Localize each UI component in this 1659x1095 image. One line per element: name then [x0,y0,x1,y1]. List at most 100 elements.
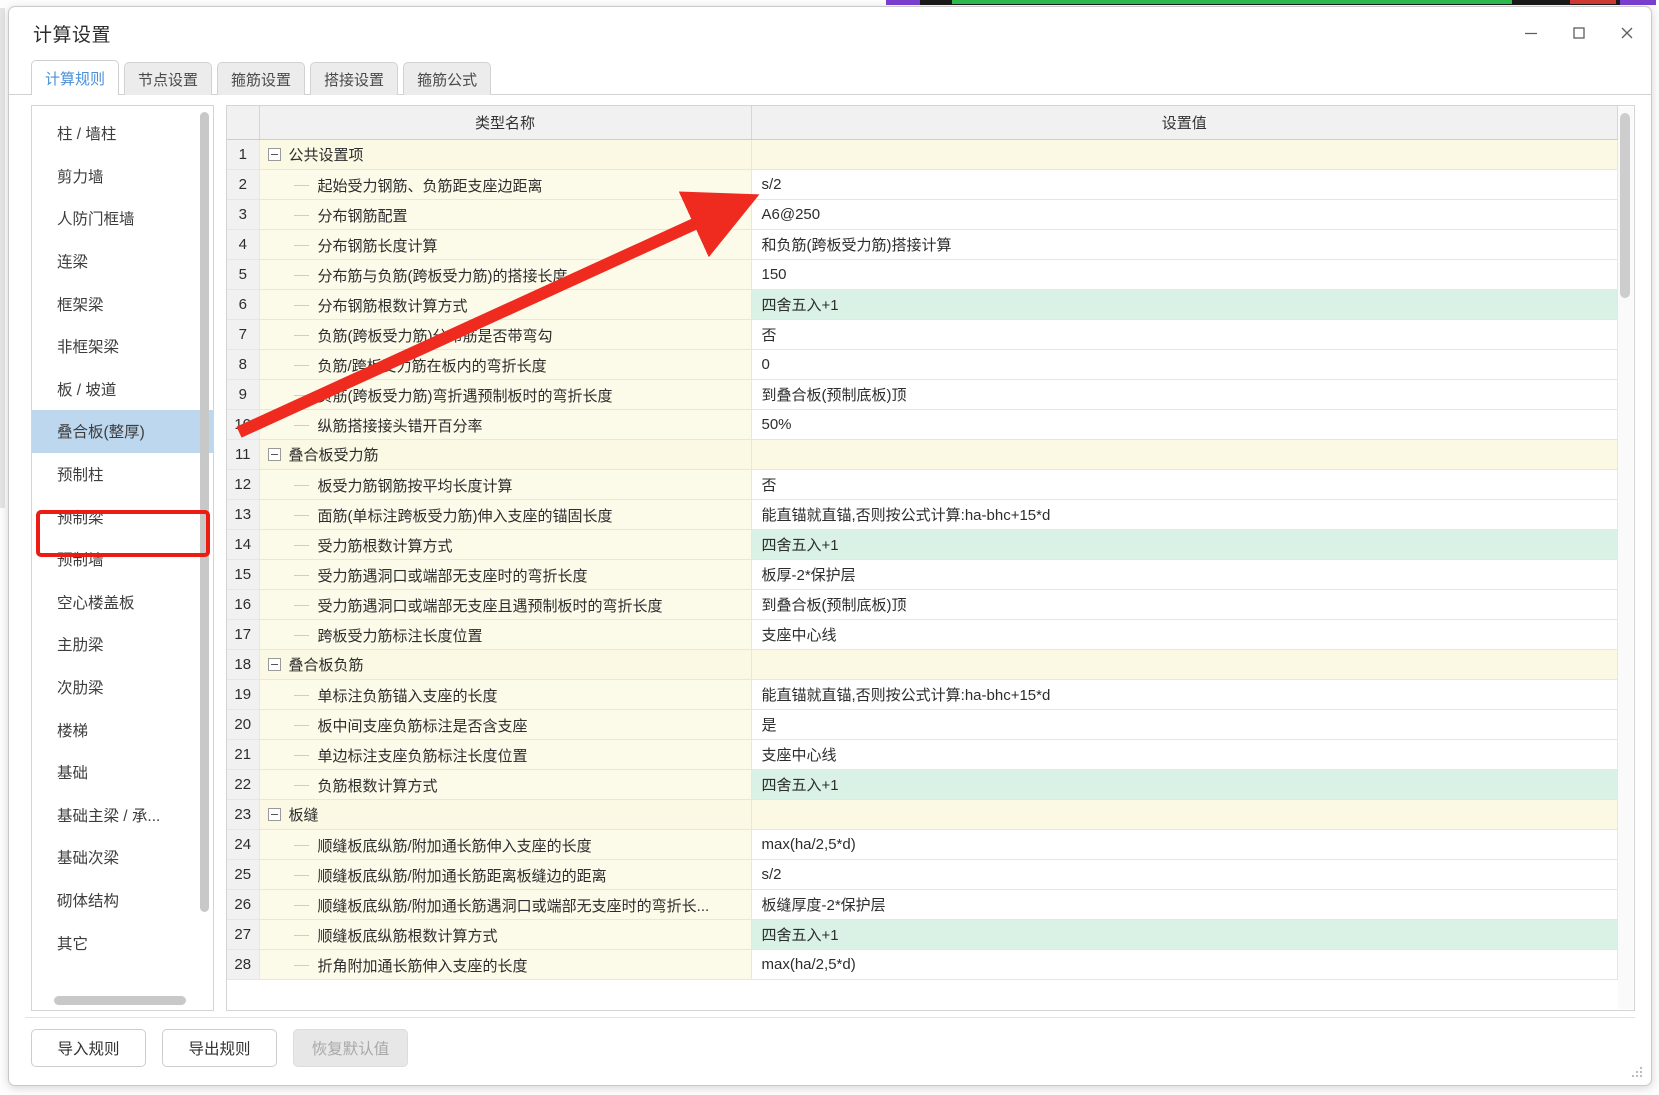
setting-value-cell[interactable]: 四舍五入+1 [751,769,1618,800]
type-name-cell[interactable]: 面筋(单标注跨板受力筋)伸入支座的锚固长度 [259,499,752,530]
sidebar-item[interactable]: 板 / 坡道 [32,368,213,411]
sidebar-item[interactable]: 预制柱 [32,453,213,496]
sidebar-horizontal-scrollbar[interactable] [54,996,186,1005]
setting-value-cell[interactable]: 支座中心线 [751,619,1618,650]
table-row[interactable]: 12 板受力筋钢筋按平均长度计算 否 [227,469,1618,500]
tab-stirrup-settings[interactable]: 箍筋设置 [217,62,306,95]
table-row[interactable]: 20 板中间支座负筋标注是否含支座 是 [227,709,1618,740]
type-name-cell[interactable]: 公共设置项 [259,139,752,170]
sidebar-item[interactable]: 预制墙 [32,538,213,581]
sidebar-item[interactable]: 空心楼盖板 [32,581,213,624]
type-name-cell[interactable]: 起始受力钢筋、负筋距支座边距离 [259,169,752,200]
type-name-cell[interactable]: 叠合板负筋 [259,649,752,680]
table-row[interactable]: 9 负筋(跨板受力筋)弯折遇预制板时的弯折长度 到叠合板(预制底板)顶 [227,379,1618,410]
table-row[interactable]: 15 受力筋遇洞口或端部无支座时的弯折长度 板厚-2*保护层 [227,559,1618,590]
setting-value-cell[interactable]: 是 [751,709,1618,740]
setting-value-cell[interactable]: 支座中心线 [751,739,1618,770]
setting-value-cell[interactable] [751,439,1618,470]
setting-value-cell[interactable]: 到叠合板(预制底板)顶 [751,379,1618,410]
type-name-cell[interactable]: 负筋/跨板受力筋在板内的弯折长度 [259,349,752,380]
type-name-cell[interactable]: 单边标注支座负筋标注长度位置 [259,739,752,770]
setting-value-cell[interactable]: 四舍五入+1 [751,529,1618,560]
setting-value-cell[interactable]: 四舍五入+1 [751,919,1618,950]
setting-value-cell[interactable]: max(ha/2,5*d) [751,949,1618,980]
tab-node-settings[interactable]: 节点设置 [124,62,213,95]
type-name-cell[interactable]: 板受力筋钢筋按平均长度计算 [259,469,752,500]
table-row[interactable]: 8 负筋/跨板受力筋在板内的弯折长度 0 [227,349,1618,380]
type-name-cell[interactable]: 受力筋根数计算方式 [259,529,752,560]
close-icon[interactable] [1603,7,1651,59]
setting-value-cell[interactable] [751,649,1618,680]
minimize-icon[interactable] [1507,7,1555,59]
setting-value-cell[interactable] [751,799,1618,830]
setting-value-cell[interactable]: 四舍五入+1 [751,289,1618,320]
setting-value-cell[interactable]: 和负筋(跨板受力筋)搭接计算 [751,229,1618,260]
sidebar-item[interactable]: 剪力墙 [32,155,213,198]
setting-value-cell[interactable]: s/2 [751,859,1618,890]
sidebar-item[interactable]: 砌体结构 [32,879,213,922]
table-row[interactable]: 17 跨板受力筋标注长度位置 支座中心线 [227,619,1618,650]
table-row[interactable]: 24 顺缝板底纵筋/附加通长筋伸入支座的长度 max(ha/2,5*d) [227,829,1618,860]
setting-value-cell[interactable]: 能直锚就直锚,否则按公式计算:ha-bhc+15*d [751,679,1618,710]
setting-value-cell[interactable]: s/2 [751,169,1618,200]
table-row[interactable]: 19 单标注负筋锚入支座的长度 能直锚就直锚,否则按公式计算:ha-bhc+15*d [227,679,1618,710]
setting-value-cell[interactable]: 150 [751,259,1618,290]
setting-value-cell[interactable] [751,139,1618,170]
type-name-cell[interactable]: 受力筋遇洞口或端部无支座时的弯折长度 [259,559,752,590]
sidebar-item[interactable]: 预制梁 [32,495,213,538]
type-name-cell[interactable]: 顺缝板底纵筋/附加通长筋伸入支座的长度 [259,829,752,860]
grid-vertical-scrollbar-thumb[interactable] [1620,113,1630,298]
import-rules-button[interactable]: 导入规则 [31,1029,146,1067]
tab-calculation-rules[interactable]: 计算规则 [31,60,120,96]
type-name-cell[interactable]: 叠合板受力筋 [259,439,752,470]
setting-value-cell[interactable]: 否 [751,469,1618,500]
maximize-icon[interactable] [1555,7,1603,59]
sidebar-item[interactable]: 基础主梁 / 承... [32,794,213,837]
sidebar-item[interactable]: 楼梯 [32,708,213,751]
type-name-cell[interactable]: 折角附加通长筋伸入支座的长度 [259,949,752,980]
table-row[interactable]: 26 顺缝板底纵筋/附加通长筋遇洞口或端部无支座时的弯折长... 板缝厚度-2*保护… [227,889,1618,920]
sidebar-vertical-scrollbar[interactable] [200,112,209,912]
collapse-minus-icon[interactable] [267,807,281,821]
sidebar-item[interactable]: 其它 [32,921,213,964]
tab-stirrup-formula[interactable]: 箍筋公式 [403,62,492,95]
sidebar-item[interactable]: 基础 [32,751,213,794]
type-name-cell[interactable]: 单标注负筋锚入支座的长度 [259,679,752,710]
collapse-minus-icon[interactable] [267,447,281,461]
table-row[interactable]: 14 受力筋根数计算方式 四舍五入+1 [227,529,1618,560]
table-row[interactable]: 16 受力筋遇洞口或端部无支座且遇预制板时的弯折长度 到叠合板(预制底板)顶 [227,589,1618,620]
setting-value-cell[interactable]: 0 [751,349,1618,380]
table-row[interactable]: 13 面筋(单标注跨板受力筋)伸入支座的锚固长度 能直锚就直锚,否则按公式计算:ha… [227,499,1618,530]
type-name-cell[interactable]: 分布筋与负筋(跨板受力筋)的搭接长度 [259,259,752,290]
sidebar-item[interactable]: 主肋梁 [32,623,213,666]
export-rules-button[interactable]: 导出规则 [162,1029,277,1067]
type-name-cell[interactable]: 分布钢筋根数计算方式 [259,289,752,320]
type-name-cell[interactable]: 顺缝板底纵筋根数计算方式 [259,919,752,950]
setting-value-cell[interactable]: 否 [751,319,1618,350]
sidebar-item[interactable]: 叠合板(整厚) [32,410,213,453]
type-name-cell[interactable]: 纵筋搭接接头错开百分率 [259,409,752,440]
table-row[interactable]: 27 顺缝板底纵筋根数计算方式 四舍五入+1 [227,919,1618,950]
table-row[interactable]: 21 单边标注支座负筋标注长度位置 支座中心线 [227,739,1618,770]
type-name-cell[interactable]: 分布钢筋配置 [259,199,752,230]
table-row[interactable]: 4 分布钢筋长度计算 和负筋(跨板受力筋)搭接计算 [227,229,1618,260]
tab-lap-settings[interactable]: 搭接设置 [310,62,399,95]
table-row[interactable]: 22 负筋根数计算方式 四舍五入+1 [227,769,1618,800]
table-row[interactable]: 18 叠合板负筋 [227,649,1618,680]
sidebar-item[interactable]: 框架梁 [32,282,213,325]
collapse-minus-icon[interactable] [267,657,281,671]
sidebar-item[interactable]: 人防门框墙 [32,197,213,240]
type-name-cell[interactable]: 负筋(跨板受力筋)弯折遇预制板时的弯折长度 [259,379,752,410]
table-row[interactable]: 23 板缝 [227,799,1618,830]
table-row[interactable]: 10 纵筋搭接接头错开百分率 50% [227,409,1618,440]
table-row[interactable]: 2 起始受力钢筋、负筋距支座边距离 s/2 [227,169,1618,200]
table-row[interactable]: 1 公共设置项 [227,139,1618,170]
type-name-cell[interactable]: 板中间支座负筋标注是否含支座 [259,709,752,740]
table-row[interactable]: 28 折角附加通长筋伸入支座的长度 max(ha/2,5*d) [227,949,1618,980]
collapse-minus-icon[interactable] [267,147,281,161]
sidebar-item[interactable]: 连梁 [32,240,213,283]
setting-value-cell[interactable]: A6@250 [751,199,1618,230]
table-row[interactable]: 11 叠合板受力筋 [227,439,1618,470]
type-name-cell[interactable]: 跨板受力筋标注长度位置 [259,619,752,650]
table-row[interactable]: 6 分布钢筋根数计算方式 四舍五入+1 [227,289,1618,320]
